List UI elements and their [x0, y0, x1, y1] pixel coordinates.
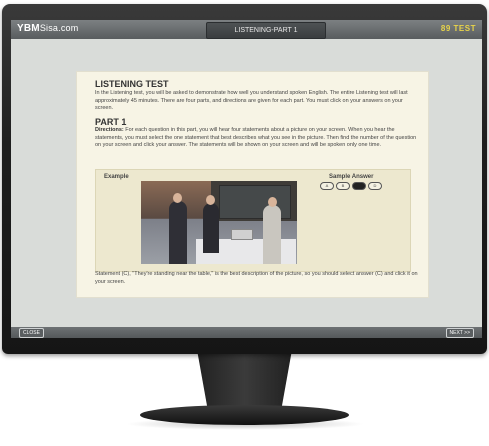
monitor-stand-base [140, 405, 349, 425]
logo-main: YBM [17, 23, 40, 34]
brand-label: 89 TEST [440, 24, 476, 33]
monitor-stand-neck [197, 354, 292, 409]
answer-option-b[interactable]: B [336, 182, 350, 190]
answer-option-a[interactable]: A [320, 182, 334, 190]
directions-body: For each question in this part, you will… [95, 127, 417, 148]
statement-text: Statement (C), "They're standing near th… [95, 271, 418, 285]
directions-text: Directions: For each question in this pa… [95, 127, 420, 150]
intro-text: In the Listening test, you will be asked… [95, 90, 408, 111]
monitor-bezel: YBMSisa.com LISTENING-PART 1 89 TEST LIS… [2, 4, 487, 354]
test-instructions-panel: LISTENING TEST In the Listening test, yo… [76, 71, 429, 298]
answer-option-d[interactable]: D [368, 182, 382, 190]
title-bar: YBMSisa.com LISTENING-PART 1 89 TEST [11, 20, 482, 39]
directions-label: Directions: [95, 127, 124, 133]
photo-person-2 [203, 203, 219, 253]
window-title: LISTENING-PART 1 [206, 22, 326, 39]
photo-head-2 [206, 195, 215, 205]
example-box: Example Sample Answer A B C D [95, 169, 411, 272]
sample-answer-options: A B C D [320, 182, 382, 190]
photo-head-1 [173, 193, 182, 203]
logo-sub: Sisa.com [39, 23, 79, 33]
part-heading: PART 1 [95, 117, 127, 127]
app-window: YBMSisa.com LISTENING-PART 1 89 TEST LIS… [11, 20, 482, 338]
photo-head-3 [268, 197, 277, 207]
bottom-bar: CLOSE NEXT >> [11, 327, 482, 338]
ybm-logo: YBMSisa.com [17, 23, 78, 34]
page-title: LISTENING TEST [95, 79, 169, 89]
close-button[interactable]: CLOSE [19, 328, 44, 338]
next-button[interactable]: NEXT >> [445, 328, 474, 338]
photo-person-1 [169, 201, 187, 264]
example-label: Example [104, 174, 129, 180]
photo-projector [231, 229, 253, 240]
example-photo [141, 181, 297, 264]
photo-person-3 [263, 205, 281, 264]
sample-answer-label: Sample Answer [329, 174, 374, 180]
answer-option-c[interactable]: C [352, 182, 366, 190]
